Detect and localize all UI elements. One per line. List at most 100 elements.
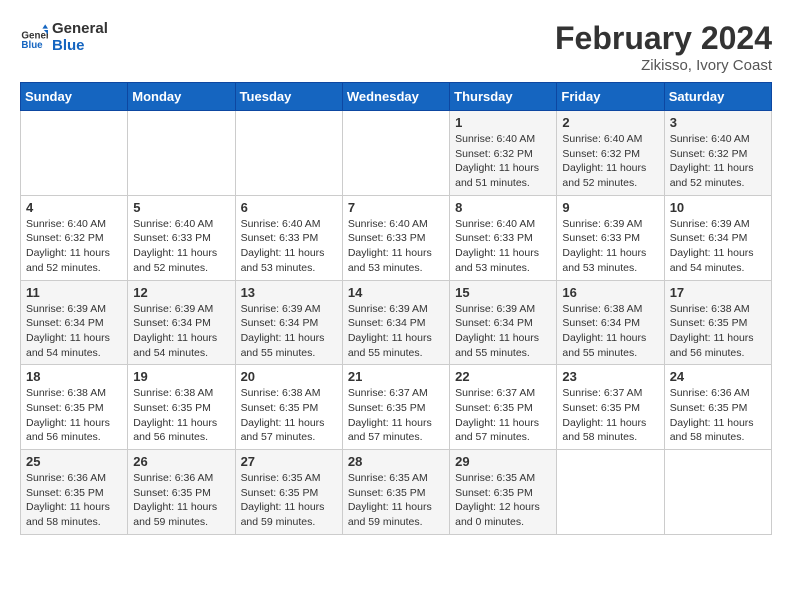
day-info: Sunrise: 6:38 AM Sunset: 6:35 PM Dayligh… <box>241 386 337 445</box>
calendar-cell: 3 Sunrise: 6:40 AM Sunset: 6:32 PM Daylig… <box>664 111 771 196</box>
day-number: 12 <box>133 285 229 300</box>
day-info: Sunrise: 6:39 AM Sunset: 6:33 PM Dayligh… <box>562 217 658 276</box>
header-day-wednesday: Wednesday <box>342 83 449 111</box>
day-number: 1 <box>455 115 551 130</box>
logo-general: General <box>52 20 108 37</box>
day-number: 26 <box>133 454 229 469</box>
day-number: 24 <box>670 369 766 384</box>
calendar-cell <box>342 111 449 196</box>
calendar-cell <box>664 450 771 535</box>
day-info: Sunrise: 6:39 AM Sunset: 6:34 PM Dayligh… <box>26 302 122 361</box>
day-info: Sunrise: 6:37 AM Sunset: 6:35 PM Dayligh… <box>455 386 551 445</box>
calendar-cell: 25Sunrise: 6:36 AM Sunset: 6:35 PM Dayli… <box>21 450 128 535</box>
day-info: Sunrise: 6:38 AM Sunset: 6:35 PM Dayligh… <box>133 386 229 445</box>
calendar-cell <box>557 450 664 535</box>
calendar-table: SundayMondayTuesdayWednesdayThursdayFrid… <box>20 82 772 535</box>
day-number: 10 <box>670 200 766 215</box>
calendar-cell: 2 Sunrise: 6:40 AM Sunset: 6:32 PM Daylig… <box>557 111 664 196</box>
calendar-cell: 20 Sunrise: 6:38 AM Sunset: 6:35 PM Dayli… <box>235 365 342 450</box>
day-number: 16 <box>562 285 658 300</box>
logo-blue: Blue <box>52 37 108 54</box>
calendar-cell: 18 Sunrise: 6:38 AM Sunset: 6:35 PM Dayli… <box>21 365 128 450</box>
calendar-cell: 17 Sunrise: 6:38 AM Sunset: 6:35 PM Dayli… <box>664 280 771 365</box>
day-info: Sunrise: 6:35 AM Sunset: 6:35 PM Dayligh… <box>348 471 444 530</box>
calendar-cell: 4Sunrise: 6:40 AM Sunset: 6:32 PM Daylig… <box>21 195 128 280</box>
day-number: 20 <box>241 369 337 384</box>
calendar-cell: 23 Sunrise: 6:37 AM Sunset: 6:35 PM Dayli… <box>557 365 664 450</box>
calendar-cell: 15 Sunrise: 6:39 AM Sunset: 6:34 PM Dayli… <box>450 280 557 365</box>
calendar-cell: 8 Sunrise: 6:40 AM Sunset: 6:33 PM Daylig… <box>450 195 557 280</box>
calendar-week-1: 1 Sunrise: 6:40 AM Sunset: 6:32 PM Daylig… <box>21 111 772 196</box>
day-info: Sunrise: 6:37 AM Sunset: 6:35 PM Dayligh… <box>562 386 658 445</box>
calendar-cell: 1 Sunrise: 6:40 AM Sunset: 6:32 PM Daylig… <box>450 111 557 196</box>
day-number: 2 <box>562 115 658 130</box>
calendar-body: 1 Sunrise: 6:40 AM Sunset: 6:32 PM Daylig… <box>21 111 772 535</box>
day-number: 7 <box>348 200 444 215</box>
calendar-cell: 11 Sunrise: 6:39 AM Sunset: 6:34 PM Dayli… <box>21 280 128 365</box>
calendar-subtitle: Zikisso, Ivory Coast <box>555 57 772 74</box>
day-info: Sunrise: 6:36 AM Sunset: 6:35 PM Dayligh… <box>133 471 229 530</box>
calendar-cell <box>128 111 235 196</box>
day-info: Sunrise: 6:39 AM Sunset: 6:34 PM Dayligh… <box>455 302 551 361</box>
day-number: 17 <box>670 285 766 300</box>
day-info: Sunrise: 6:40 AM Sunset: 6:32 PM Dayligh… <box>562 132 658 191</box>
calendar-cell <box>21 111 128 196</box>
day-number: 18 <box>26 369 122 384</box>
calendar-cell: 10Sunrise: 6:39 AM Sunset: 6:34 PM Dayli… <box>664 195 771 280</box>
day-number: 3 <box>670 115 766 130</box>
day-number: 11 <box>26 285 122 300</box>
calendar-cell: 24 Sunrise: 6:36 AM Sunset: 6:35 PM Dayli… <box>664 365 771 450</box>
header-day-monday: Monday <box>128 83 235 111</box>
day-info: Sunrise: 6:40 AM Sunset: 6:33 PM Dayligh… <box>241 217 337 276</box>
day-number: 9 <box>562 200 658 215</box>
calendar-week-5: 25 Sunrise: 6:36 AM Sunset: 6:35 PM Dayli… <box>21 450 772 535</box>
day-number: 8 <box>455 200 551 215</box>
header-day-tuesday: Tuesday <box>235 83 342 111</box>
day-info: Sunrise: 6:37 AM Sunset: 6:35 PM Dayligh… <box>348 386 444 445</box>
calendar-cell: 14 Sunrise: 6:39 AM Sunset: 6:34 PM Dayli… <box>342 280 449 365</box>
day-info: Sunrise: 6:36 AM Sunset: 6:35 PM Dayligh… <box>670 386 766 445</box>
calendar-cell: 19 Sunrise: 6:38 AM Sunset: 6:35 PM Dayli… <box>128 365 235 450</box>
day-info: Sunrise: 6:38 AM Sunset: 6:35 PM Dayligh… <box>670 302 766 361</box>
day-info: Sunrise: 6:39 AM Sunset: 6:34 PM Dayligh… <box>348 302 444 361</box>
day-info: Sunrise: 6:40 AM Sunset: 6:32 PM Dayligh… <box>670 132 766 191</box>
calendar-cell: 22Sunrise: 6:37 AM Sunset: 6:35 PM Dayli… <box>450 365 557 450</box>
logo-icon: General Blue <box>20 23 48 51</box>
day-number: 21 <box>348 369 444 384</box>
svg-text:Blue: Blue <box>21 40 43 51</box>
day-info: Sunrise: 6:35 AM Sunset: 6:35 PM Dayligh… <box>455 471 551 530</box>
calendar-week-3: 11 Sunrise: 6:39 AM Sunset: 6:34 PM Dayli… <box>21 280 772 365</box>
day-info: Sunrise: 6:40 AM Sunset: 6:33 PM Dayligh… <box>133 217 229 276</box>
header-day-friday: Friday <box>557 83 664 111</box>
day-info: Sunrise: 6:40 AM Sunset: 6:32 PM Dayligh… <box>455 132 551 191</box>
day-info: Sunrise: 6:40 AM Sunset: 6:33 PM Dayligh… <box>455 217 551 276</box>
day-number: 27 <box>241 454 337 469</box>
header-day-saturday: Saturday <box>664 83 771 111</box>
calendar-title: February 2024 <box>555 20 772 57</box>
day-number: 19 <box>133 369 229 384</box>
calendar-cell: 29Sunrise: 6:35 AM Sunset: 6:35 PM Dayli… <box>450 450 557 535</box>
page-header: General Blue General Blue February 2024 … <box>20 20 772 74</box>
calendar-cell <box>235 111 342 196</box>
calendar-cell: 27Sunrise: 6:35 AM Sunset: 6:35 PM Dayli… <box>235 450 342 535</box>
day-number: 23 <box>562 369 658 384</box>
day-info: Sunrise: 6:38 AM Sunset: 6:34 PM Dayligh… <box>562 302 658 361</box>
day-info: Sunrise: 6:40 AM Sunset: 6:33 PM Dayligh… <box>348 217 444 276</box>
day-number: 5 <box>133 200 229 215</box>
day-info: Sunrise: 6:38 AM Sunset: 6:35 PM Dayligh… <box>26 386 122 445</box>
calendar-cell: 12 Sunrise: 6:39 AM Sunset: 6:34 PM Dayli… <box>128 280 235 365</box>
calendar-cell: 7 Sunrise: 6:40 AM Sunset: 6:33 PM Daylig… <box>342 195 449 280</box>
calendar-week-2: 4Sunrise: 6:40 AM Sunset: 6:32 PM Daylig… <box>21 195 772 280</box>
day-info: Sunrise: 6:39 AM Sunset: 6:34 PM Dayligh… <box>133 302 229 361</box>
calendar-header-row: SundayMondayTuesdayWednesdayThursdayFrid… <box>21 83 772 111</box>
calendar-cell: 9 Sunrise: 6:39 AM Sunset: 6:33 PM Daylig… <box>557 195 664 280</box>
day-number: 6 <box>241 200 337 215</box>
day-info: Sunrise: 6:39 AM Sunset: 6:34 PM Dayligh… <box>241 302 337 361</box>
day-number: 14 <box>348 285 444 300</box>
calendar-cell: 5 Sunrise: 6:40 AM Sunset: 6:33 PM Daylig… <box>128 195 235 280</box>
calendar-cell: 26 Sunrise: 6:36 AM Sunset: 6:35 PM Dayli… <box>128 450 235 535</box>
calendar-week-4: 18 Sunrise: 6:38 AM Sunset: 6:35 PM Dayli… <box>21 365 772 450</box>
day-number: 25 <box>26 454 122 469</box>
calendar-cell: 21 Sunrise: 6:37 AM Sunset: 6:35 PM Dayli… <box>342 365 449 450</box>
day-number: 15 <box>455 285 551 300</box>
